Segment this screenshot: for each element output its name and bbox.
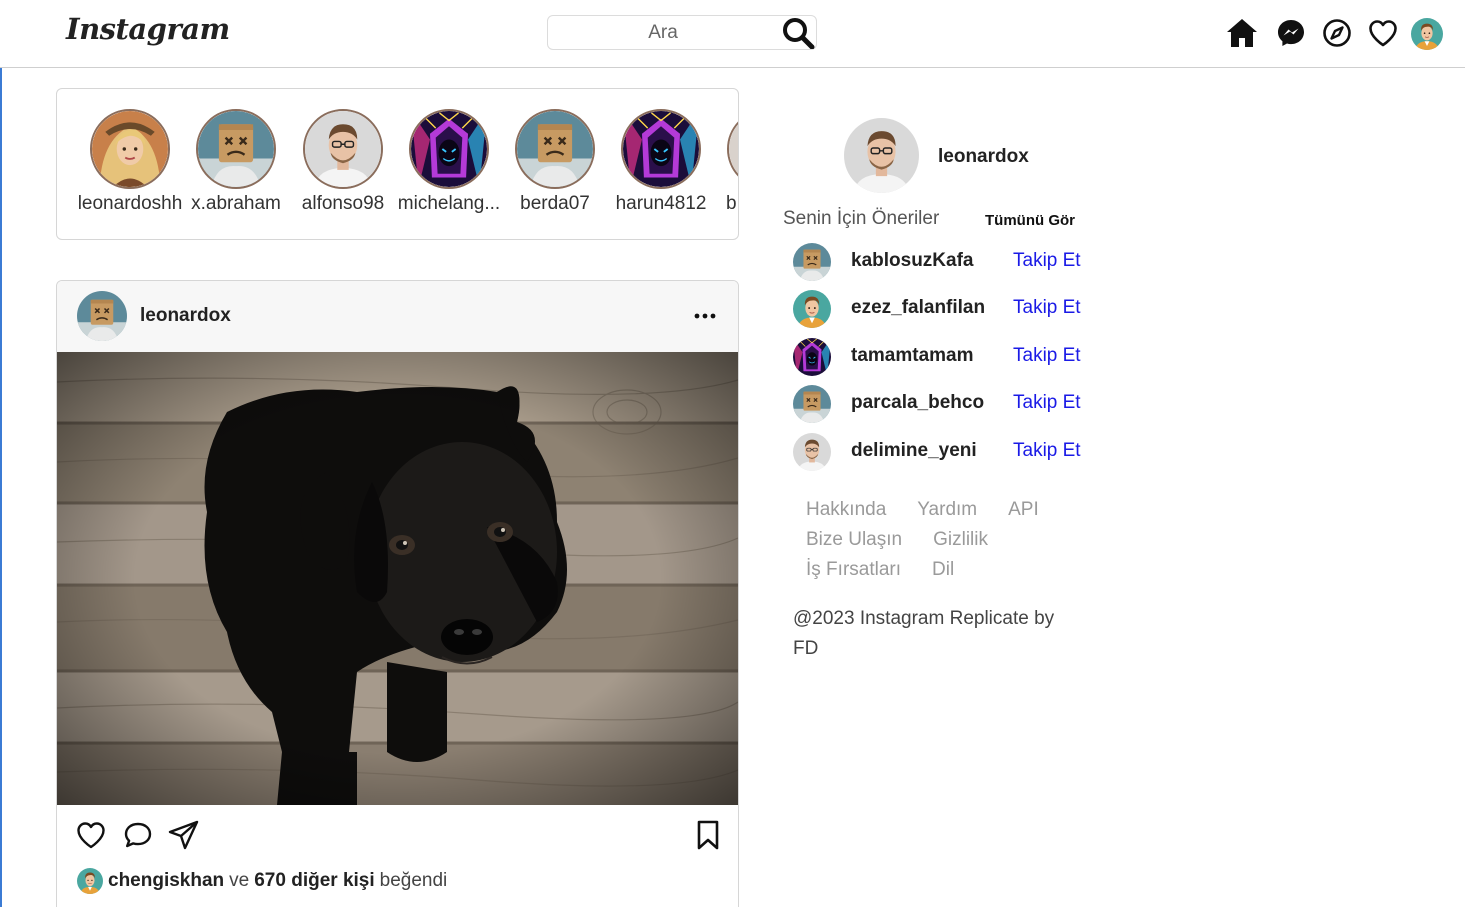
suggestion-item: kablosuzKafa Takip Et xyxy=(793,241,1093,281)
story-username: b xyxy=(726,193,737,214)
story-username: harun4812 xyxy=(615,193,707,214)
likes-connector: ve xyxy=(229,870,250,891)
story-username: x.abraham xyxy=(191,193,281,214)
suggestion-avatar[interactable] xyxy=(793,290,831,328)
liker-avatar[interactable] xyxy=(77,868,103,894)
like-heart-icon[interactable] xyxy=(74,818,108,852)
copyright-text: @2023 Instagram Replicate by FD xyxy=(793,608,1055,659)
likes-suffix: beğendi xyxy=(379,870,448,891)
suggestion-username[interactable]: kablosuzKafa xyxy=(851,250,973,272)
story-item[interactable]: alfonso98 xyxy=(288,109,398,215)
search-icon[interactable] xyxy=(780,17,816,49)
likes-others-count[interactable]: 670 diğer kişi xyxy=(254,870,374,892)
instagram-logo[interactable]: Instagram xyxy=(66,12,230,46)
profile-avatar[interactable] xyxy=(1409,16,1445,52)
story-avatar xyxy=(727,109,738,189)
story-avatar xyxy=(196,109,276,189)
post-header: leonardox xyxy=(57,281,738,352)
suggestion-username[interactable]: ezez_falanfilan xyxy=(851,297,985,319)
footer-link-help[interactable]: Yardım xyxy=(917,499,977,521)
footer-link-language[interactable]: Dil xyxy=(932,559,954,581)
post-image[interactable] xyxy=(57,352,738,805)
story-item[interactable]: berda07 xyxy=(500,109,610,215)
suggestion-item: tamamtamam Takip Et xyxy=(793,336,1093,376)
story-item[interactable]: michelang... xyxy=(394,109,504,215)
follow-button[interactable]: Takip Et xyxy=(1013,392,1081,414)
footer-link-api[interactable]: API xyxy=(1008,499,1039,521)
suggestion-username[interactable]: delimine_yeni xyxy=(851,440,977,462)
story-item[interactable]: harun4812 xyxy=(606,109,716,215)
search-box xyxy=(547,15,817,50)
footer-link-jobs[interactable]: İş Fırsatları xyxy=(806,559,901,581)
story-item[interactable]: b xyxy=(712,109,738,215)
suggestion-avatar[interactable] xyxy=(793,385,831,423)
bookmark-icon[interactable] xyxy=(691,818,725,852)
liker-username[interactable]: chengiskhan xyxy=(108,870,224,892)
footer-link-privacy[interactable]: Gizlilik xyxy=(933,529,988,551)
follow-button[interactable]: Takip Et xyxy=(1013,345,1081,367)
story-avatar xyxy=(621,109,701,189)
suggestions-title: Senin İçin Öneriler xyxy=(783,208,940,229)
current-user-username[interactable]: leonardox xyxy=(938,146,1029,168)
post-author-avatar[interactable] xyxy=(77,291,127,341)
suggestion-item: ezez_falanfilan Takip Et xyxy=(793,288,1093,328)
top-navbar: Instagram xyxy=(0,0,1465,68)
suggestion-avatar[interactable] xyxy=(793,338,831,376)
post-author-username[interactable]: leonardox xyxy=(140,305,231,327)
story-avatar xyxy=(409,109,489,189)
share-paper-plane-icon[interactable] xyxy=(167,818,201,852)
footer-link-contact[interactable]: Bize Ulaşın xyxy=(806,529,902,551)
story-item[interactable]: leonardoshh xyxy=(75,109,185,215)
home-icon[interactable] xyxy=(1224,15,1260,51)
window-edge xyxy=(0,0,2,907)
current-user-avatar[interactable] xyxy=(844,118,919,193)
story-item[interactable]: x.abraham xyxy=(181,109,291,215)
search-input[interactable] xyxy=(548,16,778,49)
likes-summary: chengiskhan ve 670 diğer kişi beğendi xyxy=(77,868,447,894)
comment-icon[interactable] xyxy=(121,818,155,852)
story-avatar xyxy=(303,109,383,189)
follow-button[interactable]: Takip Et xyxy=(1013,297,1081,319)
story-username: leonardoshh xyxy=(77,193,183,214)
footer-link-about[interactable]: Hakkında xyxy=(806,499,886,521)
suggestion-username[interactable]: parcala_behco xyxy=(851,392,984,414)
more-options-icon[interactable] xyxy=(685,295,725,335)
suggestion-item: delimine_yeni Takip Et xyxy=(793,431,1093,471)
follow-button[interactable]: Takip Et xyxy=(1013,440,1081,462)
footer-links: Hakkında Yardım API Bize Ulaşın Gizlilik… xyxy=(806,495,1086,585)
story-username: michelang... xyxy=(397,193,501,214)
messenger-icon[interactable] xyxy=(1273,15,1309,51)
feed-post: leonardox chengiskhan ve 670 diğer kişi … xyxy=(56,280,739,907)
suggestion-avatar[interactable] xyxy=(793,433,831,471)
explore-icon[interactable] xyxy=(1319,15,1355,51)
story-avatar xyxy=(515,109,595,189)
activity-heart-icon[interactable] xyxy=(1365,15,1401,51)
suggestion-avatar[interactable] xyxy=(793,243,831,281)
suggestion-username[interactable]: tamamtamam xyxy=(851,345,974,367)
story-username: alfonso98 xyxy=(301,193,385,214)
suggestion-item: parcala_behco Takip Et xyxy=(793,383,1093,423)
follow-button[interactable]: Takip Et xyxy=(1013,250,1081,272)
see-all-link[interactable]: Tümünü Gör xyxy=(985,212,1075,229)
story-username: berda07 xyxy=(520,193,590,214)
stories-bar: leonardoshh x.abraham alfonso98 michelan… xyxy=(56,88,739,240)
story-avatar xyxy=(90,109,170,189)
